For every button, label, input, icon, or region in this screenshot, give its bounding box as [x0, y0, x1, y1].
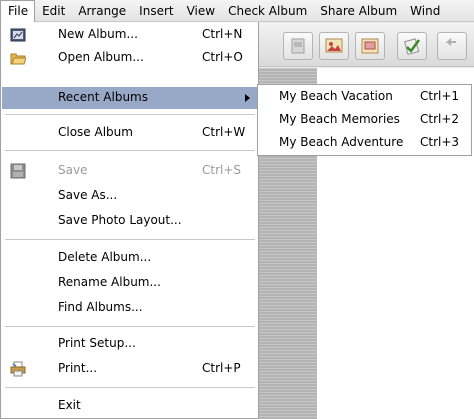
- toolbar-check-button[interactable]: [397, 32, 427, 60]
- menu-item-label: New Album...: [58, 27, 138, 41]
- menu-separator: [5, 114, 255, 115]
- menu-item-print-setup[interactable]: Print Setup...: [2, 333, 258, 355]
- check-page-icon: [404, 38, 421, 55]
- menu-item-save-photo-layout[interactable]: Save Photo Layout...: [2, 210, 258, 232]
- recent-album-shortcut: Ctrl+1: [420, 89, 460, 103]
- menu-insert[interactable]: Insert: [132, 0, 179, 22]
- recent-album-label: My Beach Adventure: [279, 135, 404, 149]
- menu-item-label: Rename Album...: [58, 275, 161, 289]
- menu-arrange[interactable]: Arrange: [71, 0, 132, 22]
- menu-item-save: Save Ctrl+S: [2, 160, 258, 182]
- recent-album-item[interactable]: My Beach Adventure Ctrl+3: [259, 132, 470, 154]
- menu-file[interactable]: File: [0, 0, 36, 22]
- recent-albums-submenu: My Beach Vacation Ctrl+1 My Beach Memori…: [257, 84, 472, 156]
- menu-item-label: Close Album: [58, 125, 133, 139]
- submenu-arrow-icon: [245, 94, 250, 102]
- menu-item-rename-album[interactable]: Rename Album...: [2, 272, 258, 294]
- menu-share-album[interactable]: Share Album: [313, 0, 403, 22]
- menu-item-label: Find Albums...: [58, 300, 143, 314]
- recent-album-label: My Beach Vacation: [279, 89, 393, 103]
- menu-item-label: Delete Album...: [58, 250, 152, 264]
- toolbar-album-button[interactable]: [355, 32, 385, 60]
- undo-icon: [445, 38, 456, 46]
- recent-album-item[interactable]: My Beach Vacation Ctrl+1: [259, 86, 470, 108]
- toolbar: [247, 23, 474, 67]
- menu-item-label: Save Photo Layout...: [58, 213, 182, 227]
- menu-edit[interactable]: Edit: [35, 0, 71, 22]
- menu-item-shortcut: Ctrl+P: [202, 361, 241, 375]
- menu-item-label: Print Setup...: [58, 336, 136, 350]
- menu-item-save-as[interactable]: Save As...: [2, 185, 258, 207]
- menu-view[interactable]: View: [180, 0, 221, 22]
- photo-icon: [325, 38, 343, 53]
- menu-item-recent-albums[interactable]: Recent Albums: [2, 87, 258, 109]
- menu-item-shortcut: Ctrl+N: [202, 27, 243, 41]
- menu-window[interactable]: Wind: [403, 0, 446, 22]
- menu-item-close-album[interactable]: Close Album Ctrl+W: [2, 122, 258, 144]
- recent-album-shortcut: Ctrl+3: [420, 135, 460, 149]
- page-icon: [291, 38, 305, 54]
- menu-item-label: Save: [58, 163, 88, 177]
- menu-separator: [5, 387, 255, 388]
- menu-item-shortcut: Ctrl+O: [202, 50, 243, 64]
- recent-album-item[interactable]: My Beach Memories Ctrl+2: [259, 109, 470, 131]
- menu-item-find-albums[interactable]: Find Albums...: [2, 297, 258, 319]
- printer-icon: [10, 361, 26, 377]
- menu-separator: [5, 239, 255, 240]
- folder-icon: [10, 53, 26, 65]
- menu-bar: File Edit Arrange Insert View Check Albu…: [0, 0, 474, 22]
- menu-item-exit[interactable]: Exit: [2, 395, 258, 417]
- toolbar-undo-button[interactable]: [437, 32, 467, 60]
- menu-item-label: Print...: [58, 361, 98, 375]
- toolbar-photo-button[interactable]: [319, 32, 349, 60]
- file-menu: New Album... Ctrl+N Open Album... Ctrl+O…: [0, 22, 259, 419]
- menu-separator: [5, 150, 255, 151]
- save-icon: [10, 163, 26, 179]
- menu-item-shortcut: Ctrl+W: [202, 125, 246, 139]
- menu-item-label: Open Album...: [58, 50, 144, 64]
- menu-item-new-album[interactable]: New Album... Ctrl+N: [2, 24, 258, 46]
- menu-item-open-album[interactable]: Open Album... Ctrl+O: [2, 47, 258, 69]
- menu-check-album[interactable]: Check Album: [221, 0, 313, 22]
- recent-album-label: My Beach Memories: [279, 112, 400, 126]
- menu-item-label: Recent Albums: [58, 90, 148, 104]
- menu-separator: [5, 326, 255, 327]
- menu-item-print[interactable]: Print... Ctrl+P: [2, 358, 258, 380]
- new-album-icon: [10, 28, 26, 42]
- menu-item-label: Save As...: [58, 188, 118, 202]
- menu-item-shortcut: Ctrl+S: [202, 163, 242, 177]
- album-icon: [361, 38, 379, 54]
- menu-item-delete-album[interactable]: Delete Album...: [2, 247, 258, 269]
- recent-album-shortcut: Ctrl+2: [420, 112, 460, 126]
- menu-item-label: Exit: [58, 398, 81, 412]
- toolbar-page-button[interactable]: [283, 32, 313, 60]
